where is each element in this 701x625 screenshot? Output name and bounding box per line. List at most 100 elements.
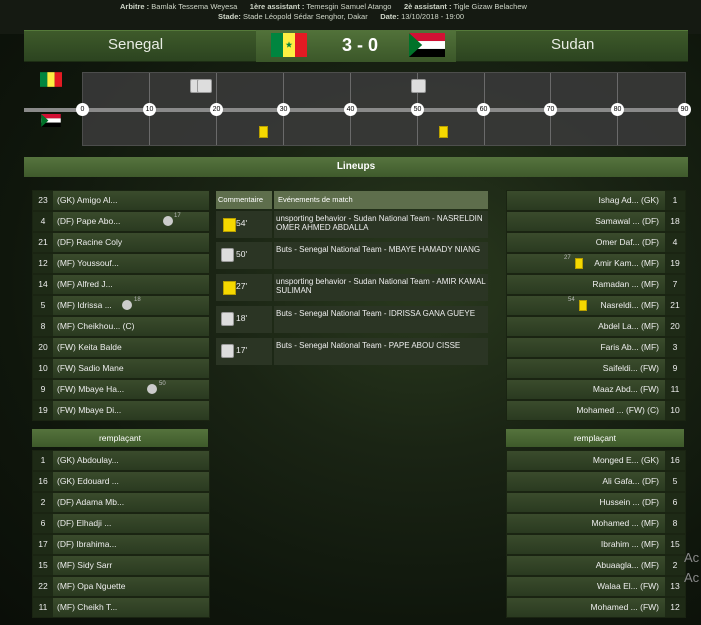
match-event-row[interactable]: 50' Buts - Senegal National Team - MBAYE…: [216, 242, 488, 269]
away-sub-row[interactable]: Hussein ... (DF) 6: [506, 492, 686, 513]
event-text: Buts - Senegal National Team - MBAYE HAM…: [274, 242, 488, 269]
away-sub-row[interactable]: Ali Gafa... (DF) 5: [506, 471, 686, 492]
away-sub-row[interactable]: Ibrahim ... (MF) 15: [506, 534, 686, 555]
player-number: 5: [665, 472, 685, 491]
away-player-row[interactable]: Abdel La... (MF) 20: [506, 316, 686, 337]
event-minute: 50': [236, 249, 248, 259]
home-sub-row[interactable]: 16 (GK) Edouard ...: [32, 471, 210, 492]
goal-event-icon[interactable]: [411, 79, 426, 93]
player-number: 4: [33, 212, 53, 231]
player-number: 2: [33, 493, 53, 512]
event-minute: 27': [236, 281, 248, 291]
player-number: 1: [665, 191, 685, 210]
timeline-tick: 10: [143, 103, 156, 116]
away-sub-row[interactable]: Abuaagla... (MF) 2: [506, 555, 686, 576]
home-sub-row[interactable]: 6 (DF) Elhadji ...: [32, 513, 210, 534]
home-player-row[interactable]: 5 (MF) Idrissa ... 18: [32, 295, 210, 316]
player-number: 16: [33, 472, 53, 491]
goal-event-icon[interactable]: [197, 79, 212, 93]
match-event-row[interactable]: 18' Buts - Senegal National Team - IDRIS…: [216, 306, 488, 333]
home-player-row[interactable]: 23 (GK) Amigo Al...: [32, 190, 210, 211]
home-team-name[interactable]: Senegal: [108, 36, 163, 53]
home-player-row[interactable]: 21 (DF) Racine Coly: [32, 232, 210, 253]
senegal-flag-icon: [271, 33, 307, 57]
player-name: (MF) Youssouf...: [57, 258, 119, 268]
player-number: 8: [665, 514, 685, 533]
away-player-row[interactable]: Ramadan ... (MF) 7: [506, 274, 686, 295]
player-name: Mohamed ... (MF): [591, 518, 659, 528]
player-name: Mohamed ... (FW) (C): [576, 405, 659, 415]
watermark-text: Ac Ac: [684, 550, 700, 585]
home-player-row[interactable]: 14 (MF) Alfred J...: [32, 274, 210, 295]
yellow-card-icon[interactable]: [439, 126, 448, 138]
player-name: Omer Daf... (DF): [595, 237, 659, 247]
player-name: (DF) Elhadji ...: [57, 518, 112, 528]
event-minute: 17': [236, 345, 248, 355]
match-event-row[interactable]: 27' unsporting behavior - Sudan National…: [216, 274, 488, 301]
away-player-row[interactable]: Mohamed ... (FW) (C) 10: [506, 400, 686, 421]
player-number: 17: [33, 535, 53, 554]
player-name: Mohamed ... (FW): [590, 602, 659, 612]
away-player-row[interactable]: Faris Ab... (MF) 3: [506, 337, 686, 358]
home-sub-row[interactable]: 2 (DF) Adama Mb...: [32, 492, 210, 513]
player-number: 18: [665, 212, 685, 231]
away-sub-row[interactable]: Mohamed ... (FW) 12: [506, 597, 686, 618]
senegal-flag-small-icon: [40, 72, 62, 87]
home-sub-row[interactable]: 1 (GK) Abdoulay...: [32, 450, 210, 471]
event-minute: 27: [564, 255, 571, 261]
player-name: Samawal ... (DF): [595, 216, 659, 226]
home-sub-row[interactable]: 22 (MF) Opa Nguette: [32, 576, 210, 597]
home-player-row[interactable]: 10 (FW) Sadio Mane: [32, 358, 210, 379]
player-name: (GK) Abdoulay...: [57, 455, 119, 465]
away-sub-row[interactable]: Walaa El... (FW) 13: [506, 576, 686, 597]
player-name: (MF) Sidy Sarr: [57, 560, 113, 570]
player-name: (MF) Cheikh T...: [57, 602, 118, 612]
player-name: (FW) Mbaye Ha...: [57, 384, 125, 394]
player-number: 16: [665, 451, 685, 470]
player-number: 9: [33, 380, 53, 399]
away-player-row[interactable]: Maaz Abd... (FW) 11: [506, 379, 686, 400]
match-event-row[interactable]: 54' unsporting behavior - Sudan National…: [216, 211, 488, 238]
player-number: 20: [665, 317, 685, 336]
player-number: 6: [33, 514, 53, 533]
home-player-row[interactable]: 12 (MF) Youssouf...: [32, 253, 210, 274]
home-player-row[interactable]: 4 (DF) Pape Abo... 17: [32, 211, 210, 232]
home-player-row[interactable]: 19 (FW) Mbaye Di...: [32, 400, 210, 421]
away-player-row[interactable]: 27 Amir Kam... (MF) 19: [506, 253, 686, 274]
timeline-tick: 20: [210, 103, 223, 116]
home-sub-row[interactable]: 17 (DF) Ibrahima...: [32, 534, 210, 555]
home-player-row[interactable]: 9 (FW) Mbaye Ha... 50: [32, 379, 210, 400]
timeline-tick: 30: [277, 103, 290, 116]
officials-header: Arbitre : Bamlak Tessema Weyesa 1ère ass…: [0, 0, 701, 34]
yellow-card-icon[interactable]: [259, 126, 268, 138]
away-player-row[interactable]: Saifeldi... (FW) 9: [506, 358, 686, 379]
home-sub-row[interactable]: 11 (MF) Cheikh T...: [32, 597, 210, 618]
events-header: Evénements de match: [274, 191, 488, 209]
timeline-tick: 40: [344, 103, 357, 116]
player-name: Hussein ... (DF): [599, 497, 659, 507]
home-player-row[interactable]: 20 (FW) Keita Balde: [32, 337, 210, 358]
assistant2-name: Tigle Gizaw Belachew: [453, 2, 527, 11]
away-sub-row[interactable]: Monged E... (GK) 16: [506, 450, 686, 471]
home-player-row[interactable]: 8 (MF) Cheikhou... (C): [32, 316, 210, 337]
away-player-row[interactable]: Samawal ... (DF) 18: [506, 211, 686, 232]
player-name: (FW) Mbaye Di...: [57, 405, 122, 415]
away-team-name[interactable]: Sudan: [551, 36, 594, 53]
assistant2-label: 2è assistant :: [403, 2, 452, 11]
player-number: 20: [33, 338, 53, 357]
event-minute: 17: [174, 213, 181, 219]
date-label: Date:: [380, 12, 399, 21]
away-player-row[interactable]: Ishag Ad... (GK) 1: [506, 190, 686, 211]
away-player-row[interactable]: 54 Nasreldi... (MF) 21: [506, 295, 686, 316]
player-number: 6: [665, 493, 685, 512]
player-number: 14: [33, 275, 53, 294]
home-sub-row[interactable]: 15 (MF) Sidy Sarr: [32, 555, 210, 576]
player-name: Ishag Ad... (GK): [598, 195, 659, 205]
match-event-row[interactable]: 17' Buts - Senegal National Team - PAPE …: [216, 338, 488, 365]
timeline-tick: 90: [678, 103, 691, 116]
player-name: (DF) Pape Abo...: [57, 216, 121, 226]
player-number: 15: [665, 535, 685, 554]
away-player-row[interactable]: Omer Daf... (DF) 4: [506, 232, 686, 253]
timeline-tick: 0: [76, 103, 89, 116]
away-sub-row[interactable]: Mohamed ... (MF) 8: [506, 513, 686, 534]
